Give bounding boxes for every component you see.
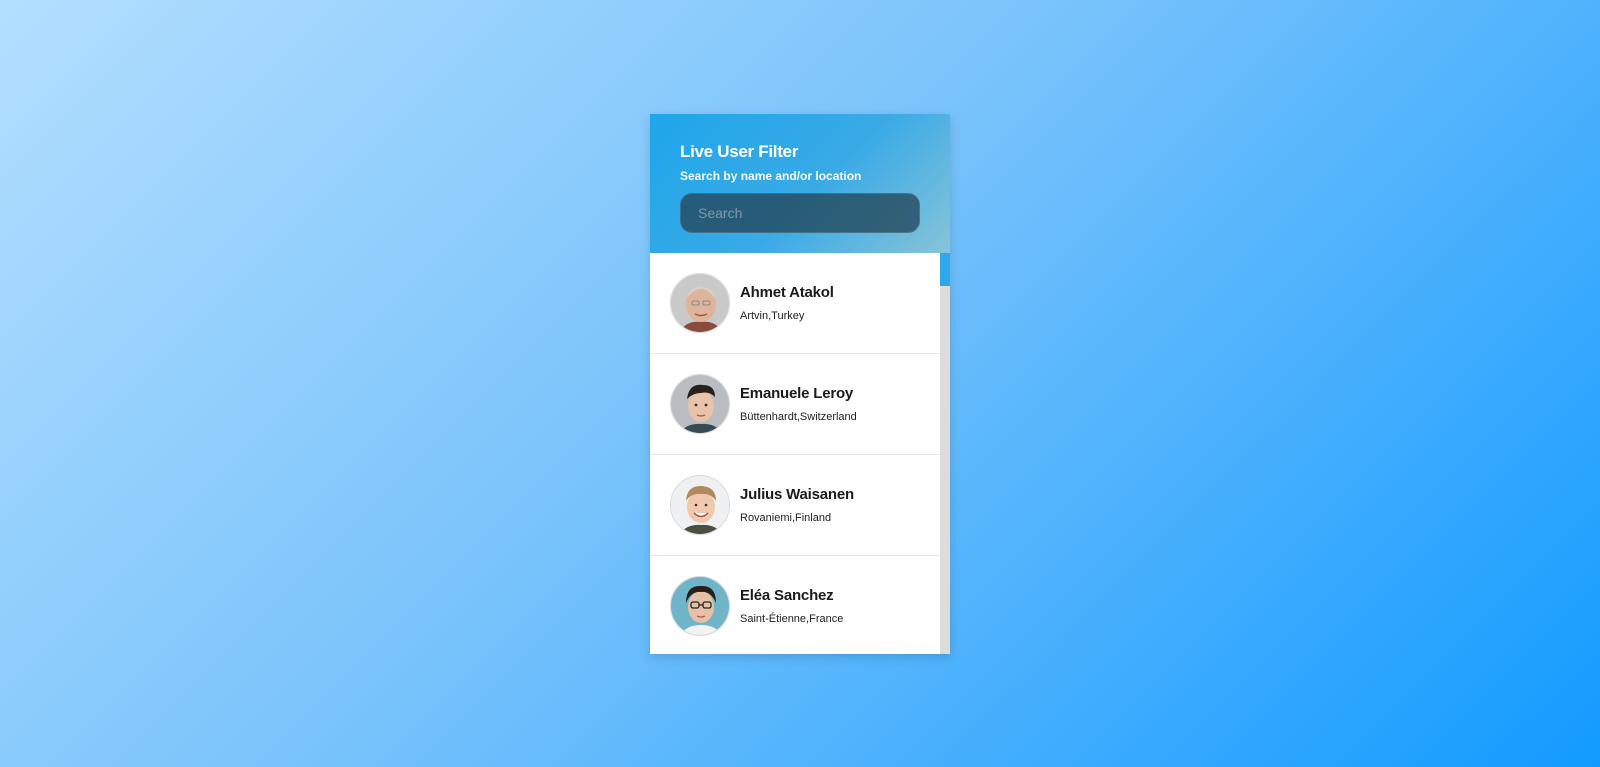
- avatar-smiling-man-icon: [671, 476, 729, 534]
- search-input[interactable]: [680, 193, 920, 233]
- avatar: [670, 374, 730, 434]
- list-item[interactable]: Eléa Sanchez Saint-Étienne,France: [650, 556, 940, 654]
- avatar-young-man-icon: [671, 375, 729, 433]
- user-name: Emanuele Leroy: [740, 385, 854, 402]
- avatar-woman-glasses-icon: [671, 577, 729, 635]
- page-subtitle: Search by name and/or location: [680, 169, 862, 183]
- list-item[interactable]: Julius Waisanen Rovaniemi,Finland: [650, 455, 940, 556]
- card-header: Live User Filter Search by name and/or l…: [650, 114, 950, 253]
- avatar: [670, 273, 730, 333]
- avatar: [670, 475, 730, 535]
- user-location: Artvin,Turkey: [740, 310, 805, 322]
- user-name: Julius Waisanen: [740, 486, 854, 503]
- avatar-older-man-icon: [671, 274, 729, 332]
- user-list: Ahmet Atakol Artvin,Turkey Emanuele Lero…: [650, 253, 940, 654]
- scrollbar-thumb[interactable]: [940, 253, 950, 286]
- avatar: [670, 576, 730, 636]
- user-location: Büttenhardt,Switzerland: [740, 411, 857, 423]
- scrollbar[interactable]: [940, 253, 950, 654]
- user-location: Rovaniemi,Finland: [740, 512, 832, 524]
- page-title: Live User Filter: [680, 142, 799, 161]
- user-filter-card: Live User Filter Search by name and/or l…: [650, 114, 950, 654]
- user-location: Saint-Étienne,France: [740, 613, 844, 625]
- user-name: Ahmet Atakol: [740, 284, 834, 301]
- user-name: Eléa Sanchez: [740, 587, 834, 604]
- list-item[interactable]: Ahmet Atakol Artvin,Turkey: [650, 253, 940, 354]
- list-item[interactable]: Emanuele Leroy Büttenhardt,Switzerland: [650, 354, 940, 455]
